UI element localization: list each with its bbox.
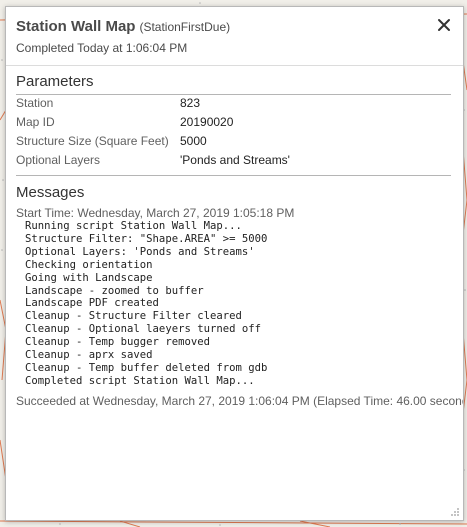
message-line: Cleanup - Temp buffer deleted from gdb bbox=[25, 361, 268, 374]
param-value[interactable]: 20190020 bbox=[180, 115, 233, 129]
message-succeeded: Succeeded at Wednesday, March 27, 2019 1… bbox=[16, 394, 464, 408]
message-line: Cleanup - aprx saved bbox=[25, 349, 153, 362]
param-label: Structure Size (Square Feet) bbox=[16, 134, 169, 148]
message-start-time: Start Time: Wednesday, March 27, 2019 1:… bbox=[16, 206, 295, 220]
completion-status: Completed Today at 1:06:04 PM bbox=[16, 41, 188, 55]
panel-header: Station Wall Map (StationFirstDue) Comple… bbox=[6, 7, 463, 66]
title-row: Station Wall Map (StationFirstDue) bbox=[16, 18, 230, 36]
message-line: Completed script Station Wall Map... bbox=[25, 374, 255, 387]
close-button[interactable] bbox=[435, 16, 453, 34]
tool-name: (StationFirstDue) bbox=[139, 20, 231, 34]
message-line: Optional Layers: 'Ponds and Streams' bbox=[25, 245, 255, 258]
message-line: Structure Filter: "Shape.AREA" >= 5000 bbox=[25, 232, 268, 245]
section-divider bbox=[16, 175, 451, 176]
geoprocessing-result-panel: Station Wall Map (StationFirstDue) Comple… bbox=[5, 6, 464, 521]
tool-title: Station Wall Map bbox=[16, 18, 136, 35]
messages-heading: Messages bbox=[16, 184, 85, 201]
message-line: Landscape PDF created bbox=[25, 297, 159, 310]
message-line: Running script Station Wall Map... bbox=[25, 220, 242, 232]
param-value[interactable]: 823 bbox=[180, 96, 200, 110]
parameters-heading: Parameters bbox=[16, 73, 94, 90]
message-line: Landscape - zoomed to buffer bbox=[25, 284, 204, 297]
close-icon bbox=[438, 19, 450, 31]
param-value[interactable]: 'Ponds and Streams' bbox=[180, 153, 290, 167]
parameters-divider bbox=[16, 94, 451, 95]
message-line: Cleanup - Optional laeyers turned off bbox=[25, 323, 261, 336]
message-line: Cleanup - Structure Filter cleared bbox=[25, 310, 242, 323]
resize-grip-icon[interactable] bbox=[450, 507, 460, 517]
param-label: Station bbox=[16, 96, 54, 110]
message-list: Running script Station Wall Map... Struc… bbox=[25, 220, 267, 388]
param-value[interactable]: 5000 bbox=[180, 134, 207, 148]
message-line: Checking orientation bbox=[25, 258, 153, 271]
param-label: Map ID bbox=[16, 115, 55, 129]
param-label: Optional Layers bbox=[16, 153, 101, 167]
message-line: Going with Landscape bbox=[25, 271, 153, 284]
message-line: Cleanup - Temp bugger removed bbox=[25, 336, 210, 349]
